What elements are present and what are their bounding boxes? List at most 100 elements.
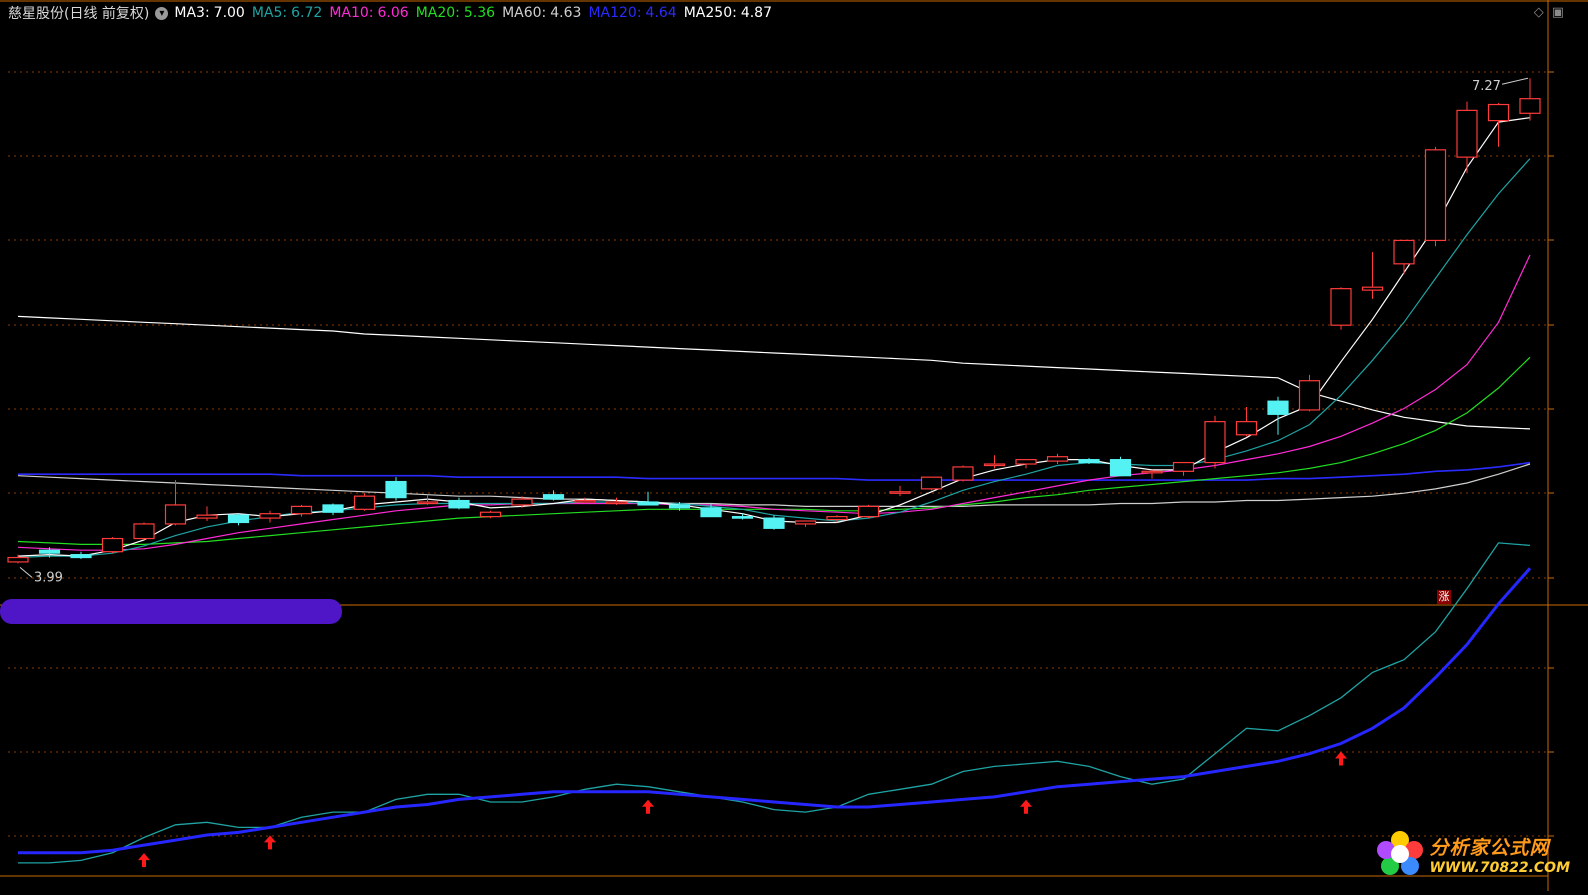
candle-body bbox=[1393, 239, 1415, 265]
ma-legend: MA37.00MA56.72MA106.06MA205.36MA604.63MA… bbox=[174, 5, 779, 21]
signal-arrow-icon bbox=[1335, 751, 1347, 766]
candle-body bbox=[227, 514, 250, 524]
candle-body bbox=[133, 523, 155, 540]
candle-body bbox=[731, 516, 754, 519]
candle-body bbox=[1487, 103, 1510, 122]
signal-arrow-icon bbox=[264, 835, 276, 850]
ma-value: 7.00 bbox=[213, 5, 245, 21]
chart-canvas[interactable]: 7.27 3.99 bbox=[0, 0, 1588, 891]
ma-line-ma5 bbox=[17, 158, 1531, 559]
ma-legend-ma10: MA106.06 bbox=[329, 5, 408, 21]
candle-body bbox=[1015, 459, 1037, 465]
candle-body bbox=[1330, 288, 1352, 326]
candle-body bbox=[7, 556, 29, 563]
candle-body bbox=[1109, 459, 1132, 477]
rise-badge: 涨 bbox=[1437, 590, 1451, 604]
diamond-icon[interactable]: ◇ bbox=[1534, 5, 1544, 20]
ma-line-ma250 bbox=[17, 315, 1531, 430]
ma-line-ma3 bbox=[17, 117, 1531, 557]
watermark-title: 分析家公式网 bbox=[1429, 836, 1550, 859]
candle-body bbox=[794, 520, 817, 525]
candle-body bbox=[952, 466, 974, 481]
candle-body bbox=[857, 505, 880, 518]
ma-legend-ma250: MA2504.87 bbox=[684, 5, 772, 21]
candle-body bbox=[101, 537, 124, 553]
candle-body bbox=[196, 514, 218, 519]
candle-body bbox=[322, 504, 344, 513]
ma-legend-ma60: MA604.63 bbox=[502, 5, 581, 21]
candle-body bbox=[164, 504, 187, 525]
watermark: 分析家公式网 WWW.70822.COM bbox=[1377, 831, 1570, 877]
candle-body bbox=[385, 480, 407, 499]
candle-body bbox=[574, 499, 596, 503]
ma-label: MA10 bbox=[329, 5, 373, 21]
window-icon[interactable]: ▣ bbox=[1552, 5, 1564, 20]
candle-body bbox=[416, 501, 439, 505]
candle-body bbox=[1078, 459, 1100, 464]
chart-header: 慈星股份(日线 前复权) ▾ MA37.00 MA56.72 MA106.06 MA2… bbox=[8, 3, 779, 23]
candle-body bbox=[668, 504, 691, 509]
low-pointer bbox=[19, 567, 33, 578]
signal-arrow-icon bbox=[1020, 799, 1032, 814]
ma-legend-ma3: MA37.00 bbox=[174, 5, 244, 21]
candle-body bbox=[1204, 421, 1226, 464]
kline-chart[interactable]: 7.27 3.99 bbox=[0, 0, 1588, 891]
ma-value: 4.63 bbox=[550, 5, 582, 21]
candle-body bbox=[1298, 380, 1321, 411]
candle-body bbox=[700, 507, 722, 518]
ma-value: 4.64 bbox=[645, 5, 677, 21]
ma-label: MA5 bbox=[252, 5, 287, 21]
candle-body bbox=[1172, 461, 1195, 472]
candle-body bbox=[1424, 149, 1447, 242]
candle-body bbox=[38, 549, 61, 554]
candle-body bbox=[763, 517, 785, 529]
ma-label: MA20 bbox=[416, 5, 460, 21]
ma-label: MA3 bbox=[174, 5, 209, 21]
candle-body bbox=[511, 498, 533, 506]
chart-corner-tools: ◇ ▣ bbox=[1534, 5, 1564, 20]
candle-body bbox=[1141, 470, 1163, 474]
low-label: 3.99 bbox=[34, 570, 63, 585]
candle-body bbox=[1046, 456, 1069, 462]
indicator-legend-bar bbox=[0, 599, 342, 624]
high-pointer bbox=[1501, 77, 1529, 85]
stock-title: 慈星股份(日线 前复权) bbox=[8, 6, 150, 22]
candle-body bbox=[1361, 286, 1384, 291]
candle-body bbox=[637, 501, 659, 506]
signal-arrow-icon bbox=[642, 799, 654, 814]
ma-value: 6.72 bbox=[291, 5, 323, 21]
candle-body bbox=[889, 491, 911, 494]
candle-body bbox=[1456, 109, 1478, 158]
candle-body bbox=[983, 463, 1006, 467]
ma-value: 6.06 bbox=[377, 5, 409, 21]
candle-body bbox=[448, 499, 470, 509]
candle-body bbox=[542, 494, 565, 500]
ma-value: 5.36 bbox=[463, 5, 496, 21]
ma-legend-ma120: MA1204.64 bbox=[588, 5, 676, 21]
ma-line-ma60 bbox=[17, 463, 1531, 507]
candle-body bbox=[1267, 400, 1289, 415]
circle-chevron-icon[interactable]: ▾ bbox=[155, 6, 169, 20]
candle-body bbox=[826, 516, 848, 521]
candle-body bbox=[920, 476, 943, 490]
high-label: 7.27 bbox=[1472, 79, 1501, 94]
ma-line-ma120 bbox=[18, 461, 1531, 481]
candle-body bbox=[353, 495, 376, 510]
signal-arrow-icon bbox=[138, 853, 150, 868]
ma-label: MA120 bbox=[588, 5, 641, 21]
ma-legend-ma20: MA205.36 bbox=[416, 5, 495, 21]
candle-body bbox=[290, 505, 313, 515]
flower-logo-icon bbox=[1377, 831, 1424, 877]
ma-label: MA250 bbox=[684, 5, 737, 21]
candle-body bbox=[1519, 98, 1541, 114]
candle-body bbox=[479, 511, 502, 518]
candle-body bbox=[1235, 421, 1258, 436]
ma-legend-ma5: MA56.72 bbox=[252, 5, 322, 21]
candle-body bbox=[605, 501, 628, 505]
candle-body bbox=[259, 513, 281, 519]
candle-body bbox=[70, 554, 92, 559]
indicator-line-1 bbox=[18, 542, 1531, 864]
watermark-url: WWW.70822.COM bbox=[1429, 859, 1570, 876]
ma-value: 4.87 bbox=[740, 5, 772, 21]
ma-label: MA60 bbox=[502, 5, 546, 21]
